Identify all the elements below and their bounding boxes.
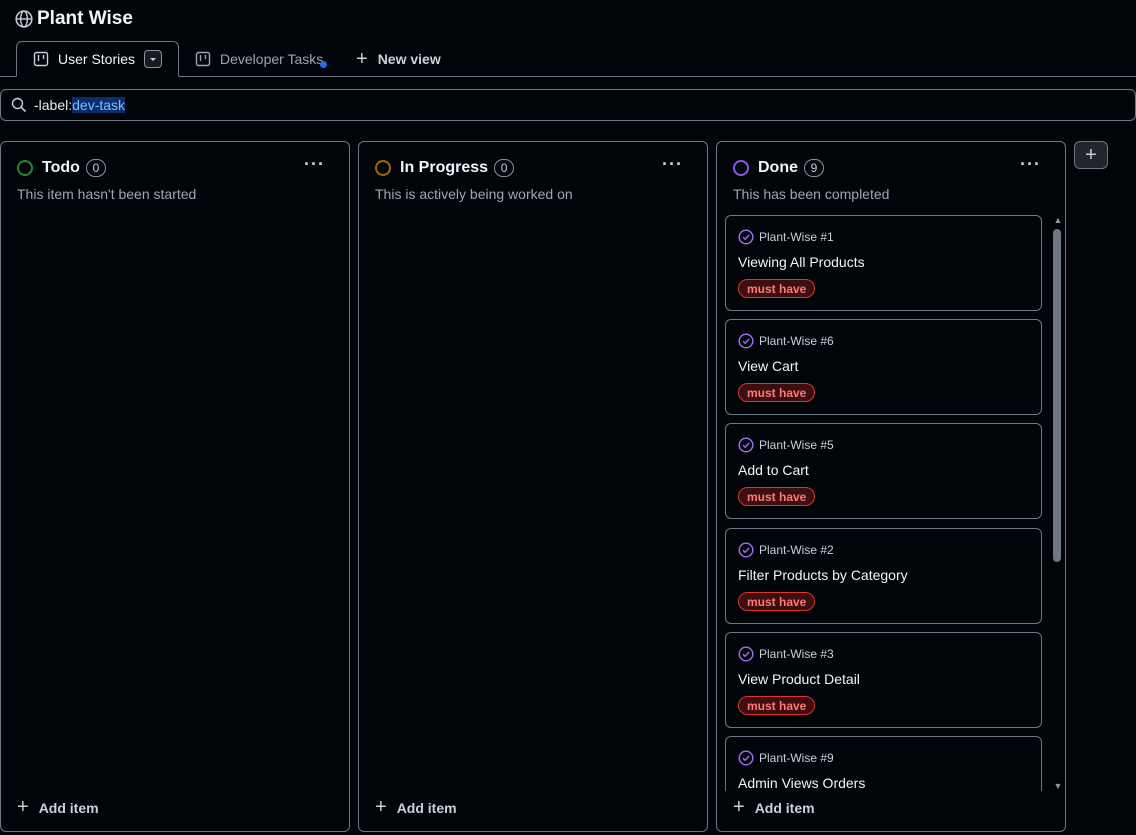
card-ref: Plant-Wise #3 [738,646,834,662]
card-ref-text: Plant-Wise #5 [759,438,834,452]
column-title: In Progress [400,159,489,176]
column-header: Todo 0 [17,158,106,178]
scroll-thumb[interactable] [1053,229,1061,562]
column-done: Done 9 ··· This has been completed Plant… [716,141,1066,832]
card-ref: Plant-Wise #6 [738,333,834,349]
issue-closed-icon [738,437,754,453]
card-ref-text: Plant-Wise #6 [759,334,834,348]
add-item-button[interactable]: + Add item [17,796,99,819]
status-circle-icon [375,160,391,176]
new-view-button[interactable]: + New view [356,41,441,77]
card-title[interactable]: View Product Detail [738,671,860,687]
search-icon [11,97,27,113]
issue-card[interactable]: Plant-Wise #5 Add to Cart must have [725,423,1042,519]
update-dot [320,61,328,68]
label-badge[interactable]: must have [738,696,816,715]
filter-input[interactable]: -label: dev-task [0,89,1136,121]
column-todo: Todo 0 ··· This item hasn't been started… [0,141,350,832]
plus-icon: + [375,796,387,818]
column-count: 9 [804,159,824,177]
column-title: Done [758,159,798,176]
project-header: Plant Wise [15,8,133,30]
issue-card[interactable]: Plant-Wise #2 Filter Products by Categor… [725,528,1042,624]
chevron-down-icon [150,58,156,61]
label-badge[interactable]: must have [738,487,816,506]
tab-user-stories[interactable]: User Stories [16,41,179,77]
column-count: 0 [85,159,106,177]
filter-key: -label: [34,97,73,113]
tab-label-text: Developer Tasks [220,51,324,67]
new-view-label: New view [377,51,441,67]
card-ref: Plant-Wise #5 [738,437,834,453]
column-menu-button[interactable]: ··· [662,154,683,175]
card-ref-text: Plant-Wise #1 [759,230,834,244]
column-in-progress: In Progress 0 ··· This is actively being… [358,141,708,832]
column-header: Done 9 [733,158,824,178]
plus-icon: + [733,796,745,818]
tab-label: User Stories [58,51,136,67]
issue-card[interactable]: Plant-Wise #9 Admin Views Orders [725,736,1042,791]
issue-closed-icon [738,750,754,766]
column-description: This item hasn't been started [17,186,197,202]
label-badge[interactable]: must have [738,592,816,611]
add-item-label: Add item [396,799,457,816]
column-description: This is actively being worked on [375,186,573,202]
card-ref: Plant-Wise #1 [738,229,834,245]
card-ref: Plant-Wise #9 [738,750,834,766]
add-item-button[interactable]: + Add item [733,796,815,819]
add-item-button[interactable]: + Add item [375,796,457,819]
scroll-up-arrow-icon[interactable]: ▲ [1053,215,1063,225]
column-description: This has been completed [733,186,890,202]
view-tabs: User Stories Developer Tasks + New view [0,41,1136,77]
label-badge[interactable]: must have [738,279,816,298]
issue-card[interactable]: Plant-Wise #3 View Product Detail must h… [725,632,1042,728]
issue-closed-icon [738,229,754,245]
label-badge[interactable]: must have [738,383,816,402]
issue-closed-icon [738,333,754,349]
card-ref-text: Plant-Wise #3 [759,647,834,661]
column-count: 0 [494,159,515,177]
scroll-down-arrow-icon[interactable]: ▼ [1053,781,1063,791]
card-ref: Plant-Wise #2 [738,542,834,558]
card-title[interactable]: Filter Products by Category [738,567,908,583]
project-title: Plant Wise [37,8,133,29]
status-circle-icon [17,160,33,176]
card-title[interactable]: Viewing All Products [738,254,865,270]
tab-label: Developer Tasks [220,51,328,68]
status-circle-icon [733,160,749,176]
issue-closed-icon [738,542,754,558]
card-list: Plant-Wise #1 Viewing All Products must … [725,215,1043,791]
card-title[interactable]: View Cart [738,358,798,374]
issue-card[interactable]: Plant-Wise #6 View Cart must have [725,319,1042,415]
column-menu-button[interactable]: ··· [1020,154,1041,175]
plus-icon: + [17,796,29,818]
column-title: Todo [42,159,80,176]
add-item-label: Add item [754,799,815,816]
card-ref-text: Plant-Wise #9 [759,751,834,765]
issue-card[interactable]: Plant-Wise #1 Viewing All Products must … [725,215,1042,311]
add-column-button[interactable]: + [1074,141,1108,169]
card-title[interactable]: Admin Views Orders [738,775,865,791]
filter-value: dev-task [72,97,126,113]
board-icon [33,51,49,67]
tab-developer-tasks[interactable]: Developer Tasks [195,41,328,77]
tab-options-button[interactable] [144,50,162,68]
column-header: In Progress 0 [375,158,515,178]
card-title[interactable]: Add to Cart [738,462,809,478]
card-ref-text: Plant-Wise #2 [759,543,834,557]
column-menu-button[interactable]: ··· [304,154,325,175]
issue-closed-icon [738,646,754,662]
add-item-label: Add item [38,799,99,816]
globe-icon [15,10,33,28]
board-icon [195,51,211,67]
card-list-scrollbar[interactable]: ▲ ▼ [1052,215,1064,791]
plus-icon: + [356,47,368,70]
